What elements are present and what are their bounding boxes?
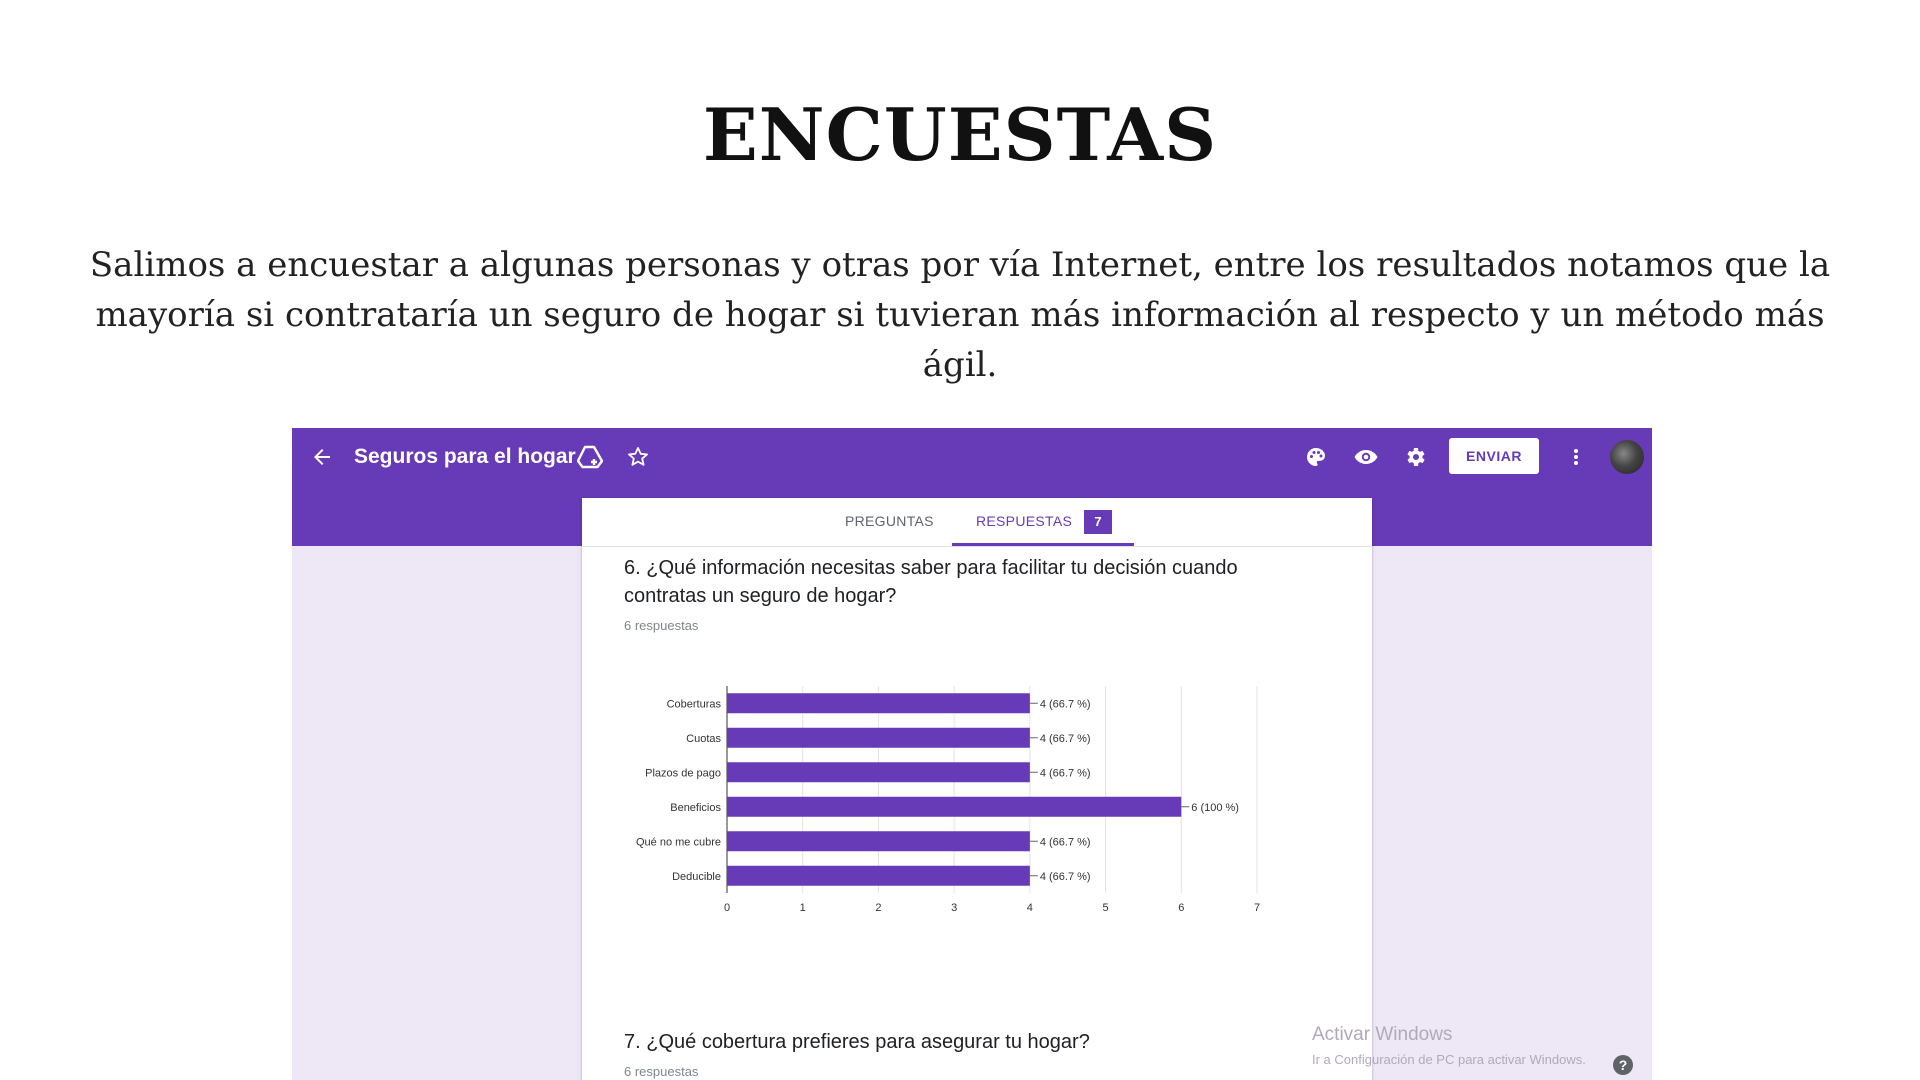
data-label: 4 (66.7 %) — [1040, 733, 1091, 745]
active-tab-indicator — [952, 543, 1134, 546]
drive-icon[interactable] — [577, 445, 603, 469]
x-tick-label: 2 — [875, 902, 881, 914]
page-title: ENCUESTAS — [702, 92, 1218, 177]
data-label: 4 (66.7 %) — [1040, 871, 1091, 883]
help-icon[interactable]: ? — [1612, 1054, 1634, 1076]
question-6-response-count: 6 respuestas — [624, 618, 699, 633]
star-icon[interactable] — [626, 445, 650, 469]
form-responses-card: PREGUNTAS RESPUESTAS 7 6. ¿Qué informaci… — [582, 498, 1372, 1080]
category-label: Beneficios — [670, 802, 721, 814]
x-tick-label: 1 — [800, 902, 806, 914]
data-label: 4 (66.7 %) — [1040, 767, 1091, 779]
x-tick-label: 4 — [1027, 902, 1033, 914]
category-label: Plazos de pago — [645, 767, 721, 779]
bar-chart: 0 1 2 3 4 5 6 7 Coberturas 4 (66.7 %) Cuotas 4 (66.… — [636, 686, 1260, 914]
bar — [727, 796, 1182, 817]
question-6-title: 6. ¿Qué información necesitas saber para… — [624, 557, 1238, 607]
back-arrow-icon[interactable] — [310, 445, 334, 469]
data-label: 4 (66.7 %) — [1040, 836, 1091, 848]
bar — [727, 831, 1030, 852]
responses-count-badge: 7 — [1084, 510, 1112, 534]
bar — [727, 727, 1030, 748]
palette-icon[interactable] — [1304, 445, 1328, 469]
bar — [727, 693, 1030, 714]
category-label: Qué no me cubre — [636, 836, 721, 848]
category-label: Cuotas — [686, 733, 721, 745]
google-forms-screenshot: Seguros para el hogar ENVIAR PREGUNTAS R… — [292, 428, 1652, 1080]
more-vert-icon[interactable] — [1570, 445, 1582, 469]
category-label: Coberturas — [667, 698, 722, 710]
gear-icon[interactable] — [1403, 445, 1427, 469]
intro-paragraph: Salimos a encuestar a algunas personas y… — [89, 245, 1831, 385]
question-7-response-count: 6 respuestas — [624, 1064, 699, 1079]
bar — [727, 762, 1030, 783]
data-label: 6 (100 %) — [1191, 802, 1239, 814]
data-label: 4 (66.7 %) — [1040, 698, 1091, 710]
x-tick-label: 0 — [724, 902, 730, 914]
send-button[interactable]: ENVIAR — [1449, 438, 1539, 474]
question-7-title: 7. ¿Qué cobertura prefieres para asegura… — [624, 1031, 1090, 1053]
windows-activation-title: Activar Windows — [1312, 1024, 1453, 1045]
windows-activation-hint: Ir a Configuración de PC para activar Wi… — [1312, 1052, 1586, 1067]
tab-responses[interactable]: RESPUESTAS — [976, 513, 1072, 529]
bar — [727, 865, 1030, 886]
x-tick-label: 5 — [1103, 902, 1109, 914]
avatar[interactable] — [1610, 440, 1644, 474]
x-tick-label: 3 — [951, 902, 957, 914]
tab-bar: PREGUNTAS RESPUESTAS 7 — [582, 498, 1372, 547]
eye-icon[interactable] — [1353, 445, 1379, 469]
tab-questions[interactable]: PREGUNTAS — [845, 513, 934, 529]
svg-text:?: ? — [1619, 1057, 1628, 1073]
category-label: Deducible — [672, 871, 721, 883]
x-tick-label: 6 — [1178, 902, 1184, 914]
form-title[interactable]: Seguros para el hogar — [354, 445, 576, 469]
x-tick-label: 7 — [1254, 902, 1260, 914]
